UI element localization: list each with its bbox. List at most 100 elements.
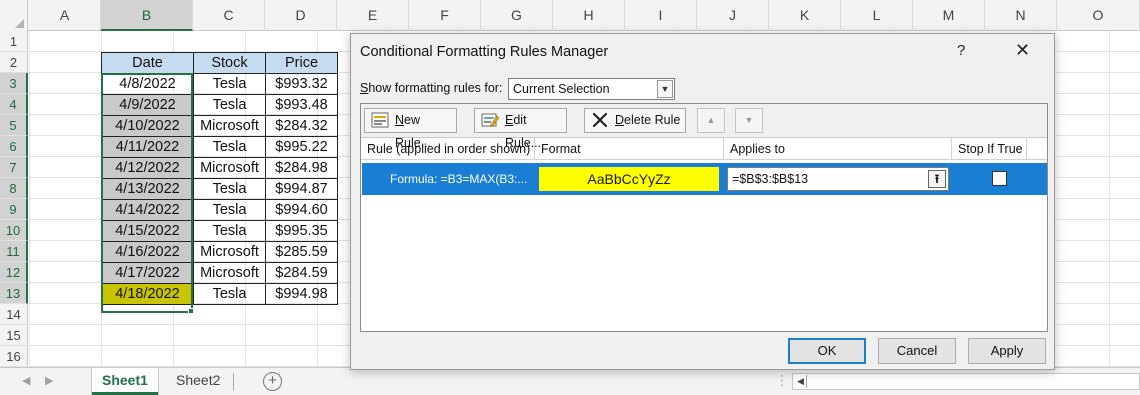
cell-date[interactable]: 4/17/2022 [101,262,194,284]
column-rule[interactable]: Rule (applied in order shown) [361,138,535,160]
cell-price[interactable]: $993.32 [265,73,338,95]
column-header-f[interactable]: F [409,0,481,31]
cell-date[interactable]: 4/13/2022 [101,178,194,200]
row-header-4[interactable]: 4 [0,94,28,115]
cell-date[interactable]: 4/10/2022 [101,115,194,137]
rule-description[interactable]: Formula: =B3=MAX(B3:... [390,163,527,195]
horizontal-scrollbar[interactable]: ◀ [792,373,1140,390]
cell-price[interactable]: $284.98 [265,157,338,179]
row-header-15[interactable]: 15 [0,325,28,346]
cell-header-price[interactable]: Price [265,52,338,74]
collapse-dialog-icon[interactable]: ⭱ [928,170,946,188]
sheet-tab-sheet2[interactable]: Sheet2 [166,368,230,395]
cell-date-highlighted[interactable]: 4/18/2022 [101,283,194,305]
cell-price[interactable]: $995.22 [265,136,338,158]
column-header-a[interactable]: A [29,0,101,31]
cell-stock[interactable]: Tesla [193,178,266,200]
scroll-tabs-left-icon[interactable]: ◀ [22,374,30,387]
cell-price[interactable]: $284.32 [265,115,338,137]
apply-button[interactable]: Apply [968,338,1046,364]
column-header-m[interactable]: M [913,0,985,31]
cell-header-stock[interactable]: Stock [193,52,266,74]
row-header-5[interactable]: 5 [0,115,28,136]
column-header-e[interactable]: E [337,0,409,31]
cell-date[interactable]: 4/15/2022 [101,220,194,242]
column-header-d[interactable]: D [265,0,337,31]
column-header-j[interactable]: J [697,0,769,31]
chevron-down-icon[interactable]: ▼ [657,80,673,98]
column-applies-to[interactable]: Applies to [724,138,952,160]
cell-price[interactable]: $995.35 [265,220,338,242]
cell-price[interactable]: $993.48 [265,94,338,116]
select-all-corner[interactable] [0,0,28,31]
scroll-left-icon[interactable]: ◀ [795,375,807,388]
sheet-tab-sheet1[interactable]: Sheet1 [92,368,158,395]
cell-stock[interactable]: Microsoft [193,157,266,179]
cell-date[interactable]: 4/12/2022 [101,157,194,179]
cell-stock[interactable]: Tesla [193,73,266,95]
sheet-tab-bar: ◀ ▶ Sheet1 Sheet2 + ⋮ ◀ [0,367,1140,395]
row-header-1[interactable]: 1 [0,31,28,52]
row-header-3[interactable]: 3 [0,73,28,94]
column-header-l[interactable]: L [841,0,913,31]
cell-stock[interactable]: Tesla [193,94,266,116]
cell-date[interactable]: 4/9/2022 [101,94,194,116]
cell-stock[interactable]: Tesla [193,136,266,158]
ok-button[interactable]: OK [788,338,866,364]
column-header-i[interactable]: I [625,0,697,31]
applies-to-input[interactable]: =$B$3:$B$13 ⭱ [727,167,949,191]
cell-stock[interactable]: Tesla [193,220,266,242]
column-header-h[interactable]: H [553,0,625,31]
row-header-11[interactable]: 11 [0,241,28,262]
cell-stock[interactable]: Microsoft [193,241,266,263]
cell-header-date[interactable]: Date [101,52,194,74]
scroll-tabs-right-icon[interactable]: ▶ [45,374,53,387]
move-up-button[interactable]: ▲ [697,108,725,133]
column-header-k[interactable]: K [769,0,841,31]
scroll-split-handle-icon[interactable]: ⋮ [775,372,789,389]
edit-rule-button[interactable]: Edit Rule... [474,108,567,150]
column-format[interactable]: Format [535,138,724,160]
row-header-7[interactable]: 7 [0,157,28,178]
rule-row-selected[interactable]: Formula: =B3=MAX(B3:... AaBbCcYyZz =$B$3… [362,163,1047,195]
row-header-6[interactable]: 6 [0,136,28,157]
cell-date[interactable]: 4/16/2022 [101,241,194,263]
row-header-8[interactable]: 8 [0,178,28,199]
new-rule-button[interactable]: New Rule... [364,108,457,150]
row-header-9[interactable]: 9 [0,199,28,220]
row-header-14[interactable]: 14 [0,304,28,325]
cell-stock[interactable]: Tesla [193,283,266,305]
stop-if-true-checkbox[interactable] [992,171,1007,186]
row-header-16[interactable]: 16 [0,346,28,367]
column-header-c[interactable]: C [193,0,265,31]
column-header-b[interactable]: B [101,0,193,31]
cell-price[interactable]: $285.59 [265,241,338,263]
help-icon[interactable]: ? [957,42,965,59]
cell-stock[interactable]: Microsoft [193,115,266,137]
delete-rule-button[interactable]: Delete Rule [584,108,686,133]
column-header-o[interactable]: O [1057,0,1140,31]
select-all-triangle-icon [15,19,24,28]
cell-date[interactable]: 4/11/2022 [101,136,194,158]
fill-handle[interactable] [188,308,194,314]
cell-price[interactable]: $284.59 [265,262,338,284]
column-header-n[interactable]: N [985,0,1057,31]
column-stop-if-true[interactable]: Stop If True [952,138,1027,160]
cell-date[interactable]: 4/14/2022 [101,199,194,221]
cancel-button[interactable]: Cancel [878,338,956,364]
column-header-g[interactable]: G [481,0,553,31]
cell-price[interactable]: $994.98 [265,283,338,305]
cell-date[interactable]: 4/8/2022 [101,73,194,95]
close-icon[interactable]: ✕ [1015,40,1030,61]
row-header-2[interactable]: 2 [0,52,28,73]
show-rules-dropdown[interactable]: Current Selection ▼ [508,78,675,100]
row-header-10[interactable]: 10 [0,220,28,241]
row-header-13[interactable]: 13 [0,283,28,304]
cell-stock[interactable]: Microsoft [193,262,266,284]
row-header-12[interactable]: 12 [0,262,28,283]
plus-circle-icon[interactable]: + [263,372,282,391]
cell-price[interactable]: $994.60 [265,199,338,221]
cell-price[interactable]: $994.87 [265,178,338,200]
cell-stock[interactable]: Tesla [193,199,266,221]
move-down-button[interactable]: ▼ [735,108,763,133]
